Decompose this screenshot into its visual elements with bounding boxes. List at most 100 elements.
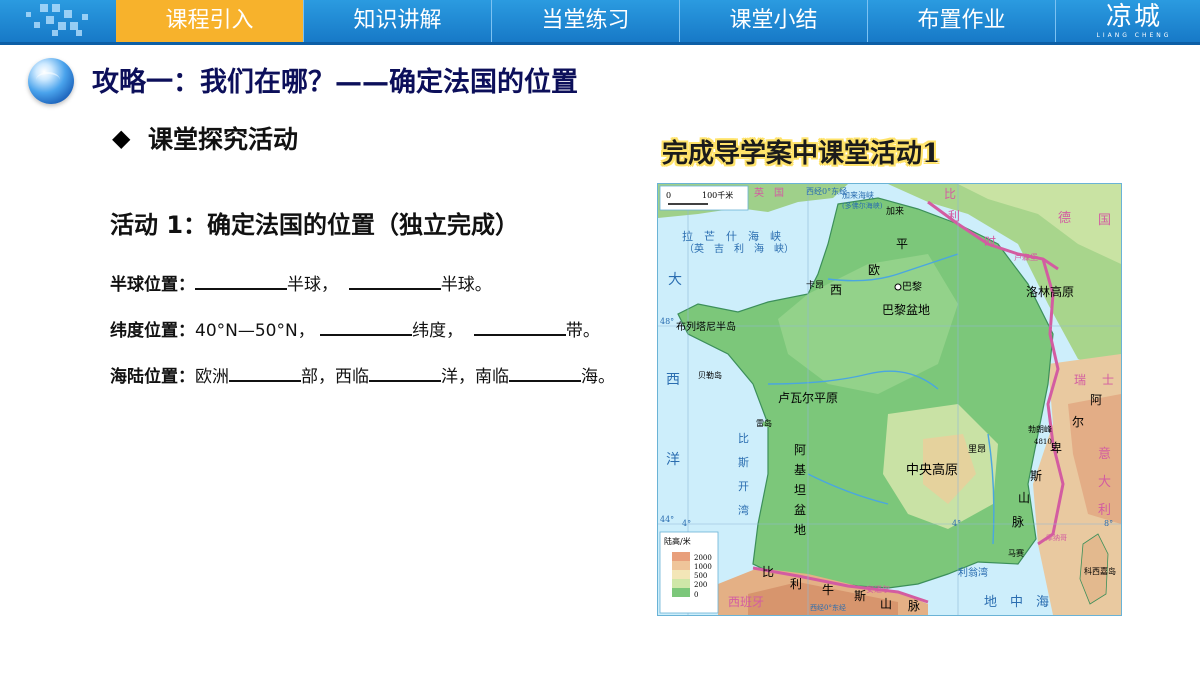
hemisphere-label: 半球位置：	[110, 275, 195, 295]
row-text: 半球，	[287, 275, 338, 295]
label-andorra: 安道尔	[866, 584, 890, 594]
label-pyrenees-6: 脉	[908, 598, 920, 613]
legend-swatch-2000	[672, 552, 690, 561]
label-atlantic-2: 西	[666, 372, 680, 388]
label-atlantic-3: 洋	[666, 452, 680, 468]
label-aquitaine-2: 基	[794, 463, 806, 477]
tab-knowledge[interactable]: 知识讲解	[304, 0, 492, 42]
label-belgium-3: 时	[984, 235, 996, 249]
label-lyon: 里昂	[968, 444, 986, 455]
label-lorraine: 洛林高原	[1026, 284, 1074, 299]
label-central: 中央高原	[906, 462, 958, 478]
legend-label-2000: 2000	[694, 554, 712, 562]
blank-field[interactable]	[509, 366, 581, 382]
diamond-bullet-icon: ◆	[112, 124, 131, 152]
label-re: 雷岛	[756, 418, 772, 428]
label-plain-3: 平	[896, 237, 908, 251]
label-belle: 贝勒岛	[698, 370, 722, 380]
row-text: 部，西临	[301, 367, 369, 387]
row-text: 半球。	[440, 275, 492, 295]
tab-homework[interactable]: 布置作业	[868, 0, 1056, 42]
label-swiss-2: 士	[1102, 373, 1114, 387]
label-basin: 巴黎盆地	[882, 303, 930, 317]
blank-field[interactable]	[473, 320, 566, 336]
label-germany-1: 德	[1058, 211, 1071, 226]
row-text: 纬度，	[412, 321, 464, 341]
blank-field[interactable]	[348, 274, 441, 290]
section-title: 课堂探究活动	[148, 125, 299, 154]
activity-title: 活动 1：确定法国的位置（独立完成）	[110, 211, 520, 239]
nav-underline	[0, 42, 1200, 45]
label-lat48: 48°	[660, 317, 674, 326]
legend-swatch-0	[672, 588, 690, 597]
legend-label-200: 200	[694, 581, 707, 589]
label-pyrenees-4: 斯	[854, 589, 866, 603]
latitude-label: 纬度位置：	[110, 321, 195, 341]
scale-zero: 0	[666, 191, 671, 200]
label-caen: 卡昂	[806, 279, 824, 291]
legend-label-0: 0	[694, 591, 698, 599]
tab-practice[interactable]: 当堂练习	[492, 0, 680, 42]
label-calais: 加来	[886, 206, 904, 217]
globe-icon	[28, 58, 74, 104]
label-aquitaine-5: 地	[794, 523, 806, 537]
label-alps-3: 卑	[1050, 440, 1062, 455]
label-lon8: 8°	[1104, 519, 1113, 528]
label-italy-3: 利	[1098, 503, 1111, 518]
row-text: 带。	[565, 321, 600, 341]
label-lion-gulf: 利翁湾	[958, 566, 988, 579]
label-marseille: 马赛	[1008, 548, 1024, 558]
land-sea-label: 海陆位置：	[110, 367, 195, 387]
tab-summary[interactable]: 课堂小结	[680, 0, 868, 42]
label-plain-1: 西	[830, 283, 842, 297]
label-lon-east2: 西经0°东经	[810, 603, 846, 612]
label-plain-2: 欧	[868, 263, 880, 277]
blank-field[interactable]	[369, 366, 441, 382]
label-dover-sub: (多佛尔海峡)	[842, 201, 883, 210]
blank-field[interactable]	[320, 320, 413, 336]
label-pyrenees-1: 比	[762, 565, 774, 579]
legend-label-1000: 1000	[694, 563, 712, 571]
blank-field[interactable]	[229, 366, 301, 382]
label-monaco: 摩纳哥	[1046, 533, 1067, 542]
blank-field[interactable]	[195, 274, 287, 290]
label-loire: 卢瓦尔平原	[778, 390, 838, 405]
label-spain: 西班牙	[728, 595, 764, 609]
legend-label-500: 500	[694, 572, 707, 580]
label-mont-blanc: 勃朗峰	[1028, 424, 1052, 434]
label-germany-2: 国	[1098, 213, 1111, 228]
label-lux: 卢森堡	[1014, 252, 1038, 262]
mosaic-decoration	[0, 0, 116, 42]
label-lon4w: 4°	[682, 519, 691, 528]
label-alps-4: 斯	[1030, 469, 1042, 483]
scale-distance: 100千米	[702, 190, 733, 200]
map-caption: 完成导学案中课堂活动1	[662, 139, 941, 169]
label-belgium-1: 比	[944, 187, 956, 201]
label-biscay-1: 比	[738, 432, 749, 445]
label-italy-1: 意	[1098, 446, 1111, 462]
label-alps-6: 脉	[1012, 514, 1024, 529]
legend-swatch-1000	[672, 561, 690, 570]
france-map: 0 100千米 陆高/米 2000 1000 500 200 0 英 国 西经0…	[657, 183, 1122, 616]
page-title: 攻略一：我们在哪？——确定法国的位置	[92, 67, 578, 98]
label-aquitaine-1: 阿	[794, 443, 806, 457]
brand-logo: 凉城 LIANG CHENG	[1080, 2, 1188, 46]
label-corsica: 科西嘉岛	[1084, 566, 1116, 576]
label-lat44: 44°	[660, 515, 674, 524]
row-text: 海。	[581, 367, 615, 387]
label-biscay-2: 斯	[738, 456, 749, 469]
label-lon4e: 4°	[952, 519, 961, 528]
latitude-row: 纬度位置：40°N—50°N， 纬度， 带。	[110, 316, 600, 341]
tab-course-intro[interactable]: 课程引入	[116, 0, 304, 42]
map-svg: 0 100千米 陆高/米 2000 1000 500 200 0 英 国 西经0…	[658, 184, 1121, 615]
belle-island	[744, 366, 752, 374]
land-sea-row: 海陆位置：欧洲 部，西临 洋，南临 海。	[110, 362, 615, 387]
row-text: 洋，南临	[441, 367, 509, 387]
label-belgium-2: 利	[948, 209, 960, 223]
label-pyrenees-5: 山	[880, 597, 892, 611]
label-biscay-3: 开	[738, 480, 749, 493]
legend-swatch-500	[672, 570, 690, 579]
label-alps-2: 尔	[1072, 414, 1084, 429]
paris-marker	[894, 283, 902, 291]
label-pyrenees-2: 利	[790, 577, 802, 591]
